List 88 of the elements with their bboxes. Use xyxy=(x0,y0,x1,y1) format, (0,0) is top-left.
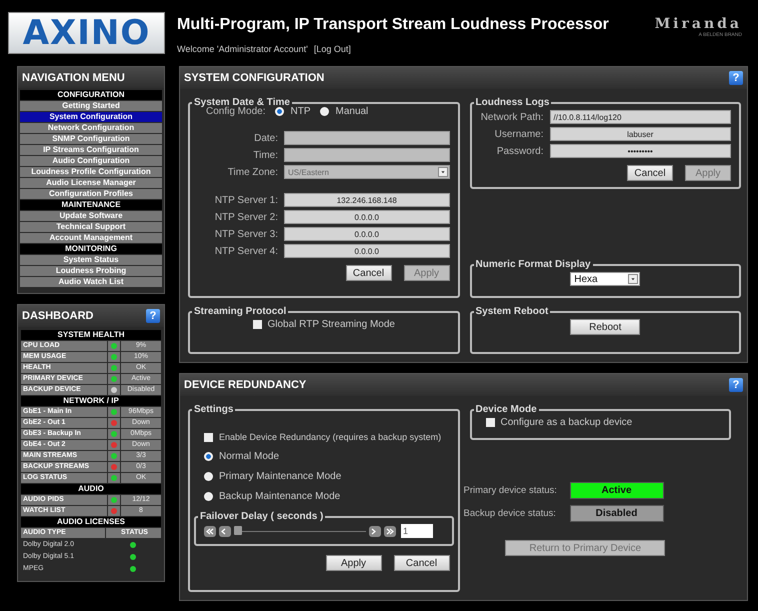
nav-item[interactable]: Technical Support xyxy=(20,222,162,232)
status-indicator: Active xyxy=(570,482,664,499)
nav-section-header: MONITORING xyxy=(20,244,162,254)
input-field[interactable]: 0.0.0.0 xyxy=(284,244,450,258)
group-title: System Reboot xyxy=(474,306,550,317)
radio-option[interactable]: Backup Maintenance Mode xyxy=(198,491,450,502)
input-field[interactable]: labuser xyxy=(550,127,731,141)
panel-title: SYSTEM CONFIGURATION xyxy=(184,72,324,84)
slider-thumb[interactable] xyxy=(234,526,242,535)
action-button[interactable]: Cancel xyxy=(394,555,450,571)
format-dropdown[interactable]: Hexa xyxy=(570,272,640,286)
input-field[interactable]: 0.0.0.0 xyxy=(284,210,450,224)
nav-item[interactable]: Audio Configuration xyxy=(20,156,162,166)
input-field[interactable]: 0.0.0.0 xyxy=(284,227,450,241)
last-button[interactable] xyxy=(384,526,396,536)
field-label: Backup device status: xyxy=(464,508,557,519)
field-label: NTP Server 3: xyxy=(214,228,278,240)
nav-item[interactable]: Audio Watch List xyxy=(20,277,162,287)
nav-item[interactable]: System Configuration xyxy=(20,112,162,122)
checkbox-option[interactable]: Configure as a backup device xyxy=(480,417,721,428)
field-label: Primary device status: xyxy=(464,485,558,496)
input-field[interactable]: ••••••••• xyxy=(550,144,731,158)
field-label: NTP Server 4: xyxy=(214,246,278,256)
group-title: Loudness Logs xyxy=(474,97,550,108)
radio-option[interactable]: NTP xyxy=(275,106,310,117)
status-indicator: Disabled xyxy=(570,505,664,522)
nav-item[interactable]: Network Configuration xyxy=(20,123,162,133)
field-label: Config Mode: xyxy=(206,106,266,117)
nav-section-header: CONFIGURATION xyxy=(20,90,162,100)
time-field[interactable] xyxy=(284,148,450,162)
panel-title: DEVICE REDUNDANCY xyxy=(184,379,306,391)
dashboard-section-header: AUDIO LICENSES xyxy=(21,517,161,527)
brand-logo: Miranda xyxy=(654,16,742,32)
input-field[interactable]: 1 xyxy=(401,524,433,538)
date-field[interactable] xyxy=(284,131,450,145)
action-button[interactable]: Cancel xyxy=(346,265,392,281)
field-label: Password: xyxy=(496,146,544,156)
group-title: Streaming Protocol xyxy=(193,306,288,317)
nav-item[interactable]: Update Software xyxy=(20,211,162,221)
nav-item[interactable]: Loudness Profile Configuration xyxy=(20,167,162,177)
input-field[interactable]: 132.246.168.148 xyxy=(284,193,450,207)
nav-item[interactable]: Loudness Probing xyxy=(20,266,162,276)
action-button[interactable]: Cancel xyxy=(627,165,673,181)
nav-item[interactable]: Audio License Manager xyxy=(20,178,162,188)
first-button[interactable] xyxy=(204,526,216,536)
app-title: Multi-Program, IP Transport Stream Loudness Processor xyxy=(177,16,610,34)
nav-item[interactable]: Getting Started xyxy=(20,101,162,111)
group-title: Settings xyxy=(193,404,234,415)
nav-item[interactable]: Account Management xyxy=(20,233,162,243)
radio-option[interactable]: Manual xyxy=(320,106,368,117)
welcome-text: Welcome 'Administrator Account' xyxy=(177,44,308,54)
field-label: NTP Server 1: xyxy=(214,194,278,206)
field-label: Date: xyxy=(253,132,278,144)
radio-option[interactable]: Primary Maintenance Mode xyxy=(198,471,450,482)
double-chevron-left-icon xyxy=(206,528,214,534)
field-label: Network Path: xyxy=(480,112,544,122)
group-title: Numeric Format Display xyxy=(474,259,592,270)
group-title: Device Mode xyxy=(474,404,538,415)
dashboard-section-header: AUDIO xyxy=(21,484,161,494)
nav-item[interactable]: Configuration Profiles xyxy=(20,189,162,199)
panel-title: DASHBOARD xyxy=(22,310,94,322)
double-chevron-right-icon xyxy=(386,528,394,534)
next-button[interactable] xyxy=(369,526,381,536)
logo: AXINO xyxy=(8,12,165,54)
caret-icon xyxy=(438,167,448,177)
input-field[interactable]: //10.0.8.114/log120 xyxy=(550,110,731,124)
radio-option[interactable]: Normal Mode xyxy=(198,451,450,462)
panel-title: NAVIGATION MENU xyxy=(22,72,125,84)
group-title: System Date & Time xyxy=(193,97,291,108)
checkbox-option[interactable]: Global RTP Streaming Mode xyxy=(252,319,395,330)
caret-icon xyxy=(628,274,638,284)
nav-section-header: MAINTENANCE xyxy=(20,200,162,210)
group-title: Failover Delay ( seconds ) xyxy=(199,511,324,522)
nav-item[interactable]: IP Streams Configuration xyxy=(20,145,162,155)
field-label: Username: xyxy=(494,128,544,140)
logout-link[interactable]: [Log Out] xyxy=(314,44,351,54)
previous-button[interactable] xyxy=(219,526,231,536)
dashboard-section-header: SYSTEM HEALTH xyxy=(21,330,161,340)
reboot-button[interactable]: Reboot xyxy=(570,319,640,335)
action-button[interactable]: Apply xyxy=(326,555,382,571)
nav-item[interactable]: SNMP Configuration xyxy=(20,134,162,144)
dashboard-section-header: NETWORK / IP xyxy=(21,396,161,406)
field-label: Time: xyxy=(252,150,278,160)
nav-item[interactable]: System Status xyxy=(20,255,162,265)
field-label: Time Zone: xyxy=(226,166,278,178)
slider-track[interactable] xyxy=(234,526,366,536)
field-label: NTP Server 2: xyxy=(214,212,278,222)
checkbox-option[interactable]: Enable Device Redundancy (requires a backup system) xyxy=(198,432,450,442)
